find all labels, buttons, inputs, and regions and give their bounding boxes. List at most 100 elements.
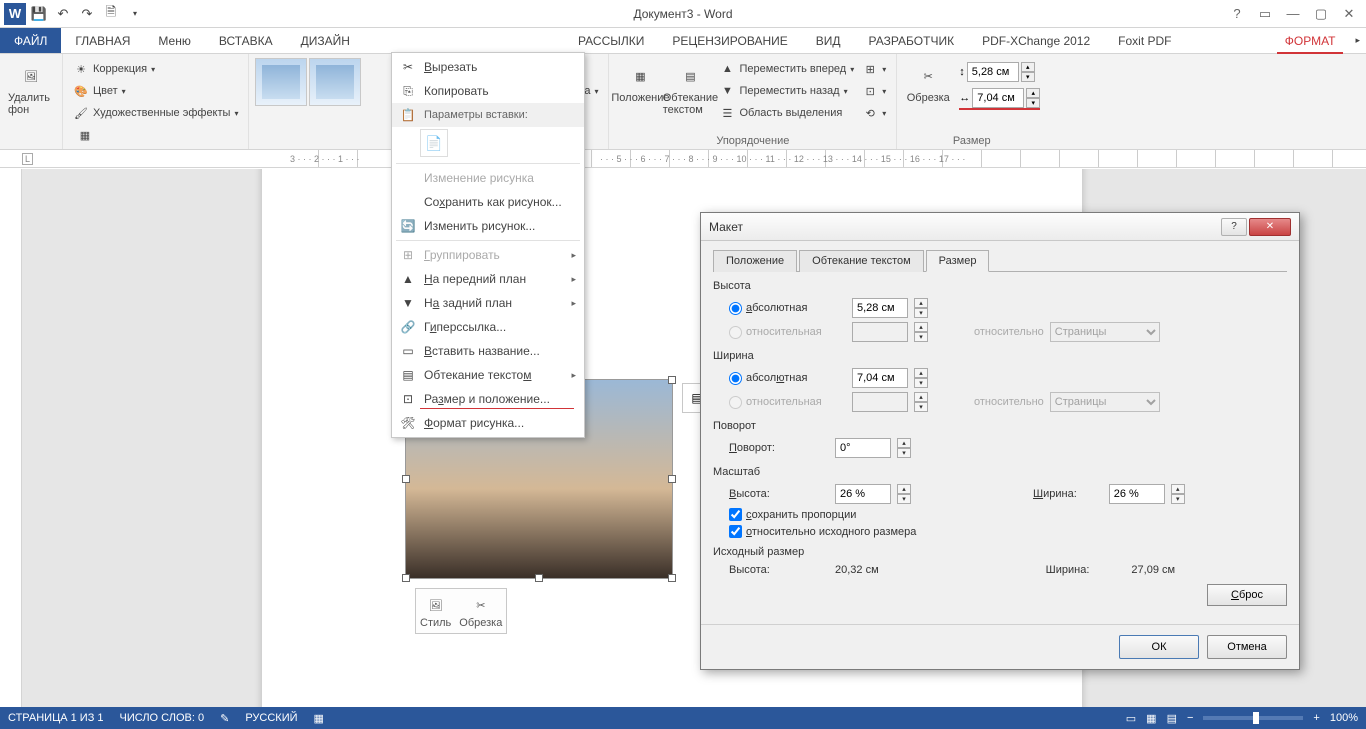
mini-crop-button[interactable]: ✂Обрезка (459, 593, 502, 629)
ctx-save-as-picture[interactable]: Сохранить как рисунок... (392, 190, 584, 214)
align-button[interactable]: ⊞▾ (858, 58, 890, 80)
minimize-button[interactable]: — (1280, 4, 1306, 24)
tab-scroll[interactable]: ▸ (1349, 28, 1366, 53)
word-count[interactable]: ЧИСЛО СЛОВ: 0 (120, 712, 205, 724)
style-thumb[interactable] (309, 58, 361, 106)
style-thumb[interactable] (255, 58, 307, 106)
position-button[interactable]: ▦Положение (615, 58, 665, 124)
tab-home[interactable]: ГЛАВНАЯ (61, 28, 144, 53)
height-abs-input[interactable] (852, 298, 908, 318)
scale-h-input[interactable] (835, 484, 891, 504)
spell-check-icon[interactable]: ✎ (220, 712, 229, 725)
ctx-bring-front[interactable]: ▲На передний план▸ (392, 267, 584, 291)
dialog-close-button[interactable]: ✕ (1249, 218, 1291, 236)
ribbon-display-options[interactable]: ▭ (1252, 4, 1278, 24)
tab-format[interactable]: ФОРМАТ (1271, 28, 1350, 53)
width-spinner[interactable]: ↔ ▴▾ (959, 88, 1040, 110)
macro-icon[interactable]: ▦ (314, 712, 324, 725)
spin-buttons[interactable]: ▴▾ (897, 484, 911, 504)
zoom-out[interactable]: − (1187, 712, 1193, 724)
tab-developer[interactable]: РАЗРАБОТЧИК (855, 28, 969, 53)
undo-button[interactable]: ↶ (52, 3, 74, 25)
send-backward-button[interactable]: ▼Переместить назад ▾ (715, 80, 858, 102)
artistic-effects-button[interactable]: 🖌Художественные эффекты ▾ (69, 102, 242, 124)
rotate-button[interactable]: ⟲▾ (858, 102, 890, 124)
resize-handle[interactable] (668, 574, 676, 582)
ruler-horizontal[interactable]: L 3 · · · 2 · · · 1 · · · · · · 5 · · · … (0, 150, 1366, 168)
spin-buttons[interactable]: ▴▾ (914, 368, 928, 388)
ctx-insert-caption[interactable]: ▭Вставить название... (392, 339, 584, 363)
radio-height-relative[interactable]: относительная (729, 326, 846, 339)
tab-review[interactable]: РЕЦЕНЗИРОВАНИЕ (658, 28, 801, 53)
dlg-tab-position[interactable]: Положение (713, 250, 797, 272)
tab-menu[interactable]: Меню (144, 28, 204, 53)
compress-button[interactable]: ▦ (73, 124, 242, 146)
view-read-mode[interactable]: ▭ (1126, 712, 1136, 725)
corrections-button[interactable]: ☀Коррекция ▾ (69, 58, 242, 80)
redo-button[interactable]: ↷ (76, 3, 98, 25)
group-button[interactable]: ⊡▾ (858, 80, 890, 102)
save-button[interactable]: 💾 (28, 3, 50, 25)
color-button[interactable]: 🎨Цвет ▾ (69, 80, 242, 102)
check-lock-ratio[interactable]: сохранить пропорции (729, 508, 856, 521)
remove-background-button[interactable]: 🖼 Удалить фон (6, 58, 56, 118)
reset-button[interactable]: Сброс (1207, 584, 1287, 606)
ctx-change-picture[interactable]: 🔄Изменить рисунок... (392, 214, 584, 238)
resize-handle[interactable] (668, 376, 676, 384)
radio-height-absolute[interactable]: абсолютная (729, 302, 846, 315)
zoom-level[interactable]: 100% (1330, 712, 1358, 724)
radio-width-relative[interactable]: относительная (729, 396, 846, 409)
ctx-send-back[interactable]: ▼На задний план▸ (392, 291, 584, 315)
width-input[interactable] (972, 88, 1024, 108)
check-rel-orig[interactable]: относительно исходного размера (729, 525, 916, 538)
paste-option-1[interactable]: 📄 (420, 129, 448, 157)
spin-buttons[interactable]: ▴▾ (914, 298, 928, 318)
ctx-hyperlink[interactable]: 🔗Гиперссылка... (392, 315, 584, 339)
crop-button[interactable]: ✂Обрезка (903, 58, 953, 110)
cancel-button[interactable]: Отмена (1207, 635, 1287, 659)
tab-view[interactable]: ВИД (802, 28, 855, 53)
dlg-tab-size[interactable]: Размер (926, 250, 990, 272)
view-web-layout[interactable]: ▤ (1167, 712, 1177, 725)
spin-buttons[interactable]: ▴▾ (897, 438, 911, 458)
help-button[interactable]: ? (1224, 4, 1250, 24)
height-input[interactable] (967, 62, 1019, 82)
height-spinner[interactable]: ↕ ▴▾ (959, 62, 1040, 82)
resize-handle[interactable] (402, 475, 410, 483)
ctx-format-picture[interactable]: 🛠Формат рисунка... (392, 411, 584, 435)
ctx-text-wrap[interactable]: ▤Обтекание текстом▸ (392, 363, 584, 387)
width-spin-buttons[interactable]: ▴▾ (1026, 88, 1040, 108)
tab-insert[interactable]: ВСТАВКА (205, 28, 287, 53)
scale-w-input[interactable] (1109, 484, 1165, 504)
qat-customize[interactable]: ▾ (124, 3, 146, 25)
wrap-text-button[interactable]: ▤Обтекание текстом (665, 58, 715, 124)
height-spin-buttons[interactable]: ▴▾ (1021, 62, 1035, 82)
rotation-input[interactable] (835, 438, 891, 458)
resize-handle[interactable] (668, 475, 676, 483)
tab-pdf-xchange[interactable]: PDF-XChange 2012 (968, 28, 1104, 53)
maximize-button[interactable]: ▢ (1308, 4, 1334, 24)
bring-forward-button[interactable]: ▲Переместить вперед ▾ (715, 58, 858, 80)
selection-pane-button[interactable]: ☰Область выделения (715, 102, 858, 124)
spin-buttons[interactable]: ▴▾ (1171, 484, 1185, 504)
dialog-titlebar[interactable]: Макет ? ✕ (701, 213, 1299, 241)
tab-selector[interactable]: L (22, 153, 33, 165)
ctx-size-position[interactable]: ⊡Размер и положение... (392, 387, 584, 411)
language-indicator[interactable]: РУССКИЙ (245, 712, 297, 724)
tab-file[interactable]: ФАЙЛ (0, 28, 61, 53)
width-abs-input[interactable] (852, 368, 908, 388)
resize-handle[interactable] (402, 574, 410, 582)
tab-design[interactable]: ДИЗАЙН (287, 28, 364, 53)
mini-style-button[interactable]: 🖼Стиль (420, 593, 451, 629)
dialog-help-button[interactable]: ? (1221, 218, 1247, 236)
zoom-in[interactable]: + (1313, 712, 1319, 724)
radio-width-absolute[interactable]: абсолютная (729, 372, 846, 385)
page-indicator[interactable]: СТРАНИЦА 1 ИЗ 1 (8, 712, 104, 724)
view-print-layout[interactable]: ▦ (1146, 712, 1156, 725)
dlg-tab-wrap[interactable]: Обтекание текстом (799, 250, 924, 272)
tab-foxit[interactable]: Foxit PDF (1104, 28, 1185, 53)
ctx-cut[interactable]: ✂Вырезать (392, 55, 584, 79)
tab-mailings[interactable]: РАССЫЛКИ (564, 28, 658, 53)
new-doc-button[interactable]: 🗎 (100, 3, 122, 25)
resize-handle[interactable] (535, 574, 543, 582)
